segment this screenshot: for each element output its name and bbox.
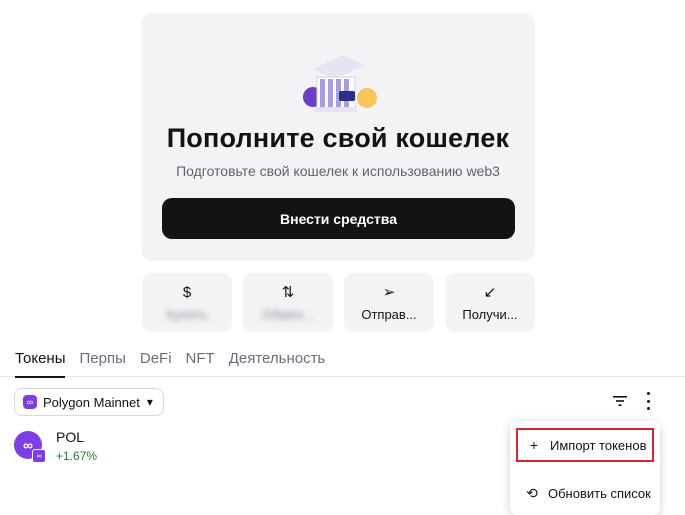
refresh-list-label: Обновить список — [548, 485, 651, 501]
token-name: POL — [56, 429, 85, 445]
tab-nft[interactable]: NFT — [186, 350, 215, 376]
token-change: +1.67% — [56, 449, 98, 463]
asset-tabs: Токены Перпы DeFi NFT Деятельность — [15, 350, 339, 378]
deposit-button[interactable]: Внести средства — [162, 198, 515, 239]
receive-icon: ↙ — [483, 283, 497, 301]
network-selector[interactable]: ∞ Polygon Mainnet ▾ — [14, 388, 164, 416]
token-row[interactable]: ∞ ∞ POL +1.67% — [14, 427, 314, 467]
swap-button[interactable]: ⇅ Обмен... — [243, 273, 333, 332]
network-label: Polygon Mainnet — [43, 394, 140, 410]
receive-button[interactable]: ↙ Получи... — [445, 273, 535, 332]
filter-icon[interactable] — [612, 394, 628, 408]
tab-activity[interactable]: Деятельность — [229, 350, 326, 376]
polygon-icon: ∞ — [23, 395, 37, 409]
options-menu: + Импорт токенов ⟲ Обновить список — [510, 421, 660, 515]
bank-building-icon — [303, 55, 377, 112]
receive-label: Получи... — [462, 306, 518, 322]
tab-perps[interactable]: Перпы — [79, 350, 125, 376]
plus-icon: + — [529, 437, 539, 453]
send-icon: ➢ — [382, 283, 396, 301]
chevron-down-icon: ▾ — [146, 395, 153, 409]
tabs-divider — [0, 376, 685, 377]
fund-wallet-title: Пополните свой кошелек — [166, 123, 510, 153]
more-options-icon[interactable] — [643, 392, 653, 410]
tab-tokens[interactable]: Токены — [15, 350, 66, 378]
buy-label: Купить — [166, 306, 208, 322]
import-tokens-button[interactable]: + Импорт токенов — [516, 428, 654, 462]
refresh-icon: ⟲ — [526, 484, 538, 501]
import-tokens-label: Импорт токенов — [550, 437, 647, 453]
dollar-icon: $ — [182, 283, 192, 301]
network-badge-icon: ∞ — [32, 449, 46, 463]
swap-label: Обмен... — [262, 306, 314, 322]
buy-button[interactable]: $ Купить — [142, 273, 232, 332]
refresh-list-button[interactable]: ⟲ Обновить список — [516, 476, 654, 510]
fund-wallet-subtitle: Подготовьте свой кошелек к использованию… — [176, 163, 500, 179]
fund-wallet-card: Пополните свой кошелек Подготовьте свой … — [141, 13, 535, 261]
swap-icon: ⇅ — [281, 283, 295, 301]
send-label: Отправ... — [361, 306, 417, 322]
tab-defi[interactable]: DeFi — [140, 350, 172, 376]
quick-actions: $ Купить ⇅ Обмен... ➢ Отправ... ↙ Получи… — [142, 273, 535, 332]
send-button[interactable]: ➢ Отправ... — [344, 273, 434, 332]
